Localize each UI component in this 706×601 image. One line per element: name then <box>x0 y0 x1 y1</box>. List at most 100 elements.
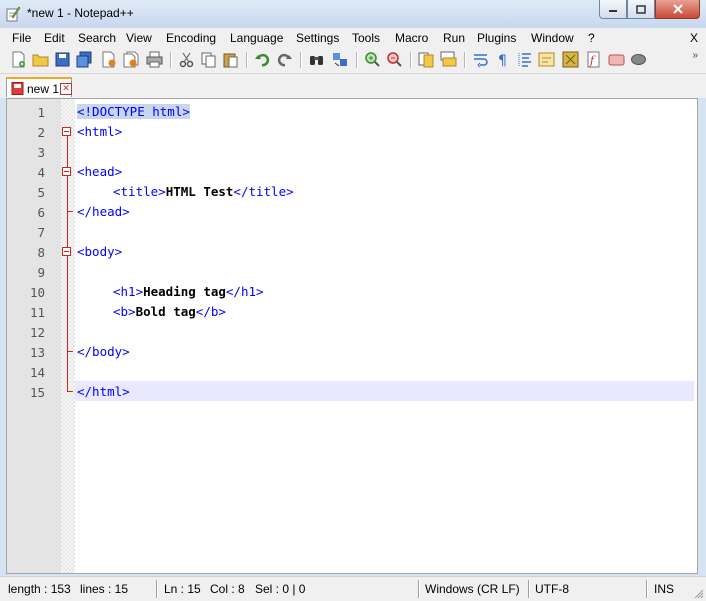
print-icon[interactable] <box>146 51 163 68</box>
find-icon[interactable] <box>308 51 325 68</box>
menu-macro[interactable]: Macro <box>395 31 428 45</box>
open-file-icon[interactable] <box>32 51 49 68</box>
show-all-chars-icon[interactable]: ¶ <box>494 51 511 68</box>
tab-close-icon[interactable]: ✕ <box>60 83 72 95</box>
text-area[interactable]: <!DOCTYPE html> <html> <head> <title>HTM… <box>75 99 697 573</box>
fold-toggle-body[interactable] <box>62 247 71 256</box>
code-line-10: <h1>Heading tag</h1> <box>113 283 264 301</box>
stop-macro-icon[interactable] <box>630 51 647 68</box>
close-window-button[interactable] <box>655 0 700 19</box>
undo-icon[interactable] <box>254 51 271 68</box>
status-length: length : 153 <box>8 582 71 596</box>
line-number: 13 <box>29 345 45 360</box>
fold-end-head <box>67 211 73 212</box>
copy-icon[interactable] <box>200 51 217 68</box>
code-line-8: <body> <box>77 243 122 261</box>
status-eol-format[interactable]: Windows (CR LF) <box>425 582 520 596</box>
code-line-4: <head> <box>77 163 122 181</box>
indent-guide-icon[interactable] <box>516 51 533 68</box>
line-number: 8 <box>37 245 45 260</box>
line-number: 11 <box>29 305 45 320</box>
code-line-2: <html> <box>77 123 122 141</box>
head-open-tag: <head> <box>77 164 123 179</box>
user-lang-icon[interactable] <box>538 51 555 68</box>
status-encoding[interactable]: UTF-8 <box>535 582 569 596</box>
menu-window[interactable]: Window <box>531 31 574 45</box>
h1-close-tag: </h1> <box>225 284 264 299</box>
menu-encoding[interactable]: Encoding <box>166 31 216 45</box>
new-file-icon[interactable] <box>10 51 27 68</box>
toolbar-overflow-button[interactable]: » <box>692 50 697 61</box>
menu-run[interactable]: Run <box>443 31 465 45</box>
tab-new-1[interactable]: new 1 ✕ <box>6 77 72 97</box>
minimize-icon <box>609 10 617 12</box>
window-controls <box>599 0 700 20</box>
line-number: 7 <box>37 225 45 240</box>
menu-file[interactable]: File <box>12 31 31 45</box>
current-line-highlight <box>75 381 694 401</box>
window-title: *new 1 - Notepad++ <box>27 6 134 20</box>
head-close-tag: </head> <box>77 204 130 219</box>
body-close-tag: </body> <box>77 344 130 359</box>
fold-end-body <box>67 351 73 352</box>
minimize-button[interactable] <box>599 0 627 19</box>
title-bar: *new 1 - Notepad++ <box>0 0 706 28</box>
fold-toggle-head[interactable] <box>62 167 71 176</box>
b-text: Bold tag <box>135 304 196 319</box>
fold-toggle-html[interactable] <box>62 127 71 136</box>
doc-map-icon[interactable] <box>562 51 579 68</box>
b-open-tag: <b> <box>113 304 136 319</box>
menu-settings[interactable]: Settings <box>296 31 339 45</box>
cut-icon[interactable] <box>178 51 195 68</box>
sync-vertical-icon[interactable] <box>418 51 435 68</box>
menu-search[interactable]: Search <box>78 31 116 45</box>
line-number: 10 <box>29 285 45 300</box>
line-number: 4 <box>37 165 45 180</box>
h1-open-tag: <h1> <box>113 284 144 299</box>
redo-icon[interactable] <box>276 51 293 68</box>
maximize-button[interactable] <box>627 0 655 19</box>
line-number: 3 <box>37 145 45 160</box>
line-number: 5 <box>37 185 45 200</box>
close-file-icon[interactable] <box>100 51 117 68</box>
status-insert-mode[interactable]: INS <box>654 582 674 596</box>
menu-view[interactable]: View <box>126 31 152 45</box>
close-icon <box>672 4 683 14</box>
replace-icon[interactable] <box>332 51 349 68</box>
save-icon[interactable] <box>54 51 71 68</box>
html-close-tag: </html> <box>77 384 130 399</box>
resize-grip-icon[interactable] <box>694 589 704 599</box>
line-number: 15 <box>29 385 45 400</box>
zoom-in-icon[interactable] <box>364 51 381 68</box>
zoom-out-icon[interactable] <box>386 51 403 68</box>
code-line-5: <title>HTML Test</title> <box>113 183 294 201</box>
function-list-icon[interactable]: f <box>586 51 603 68</box>
close-all-icon[interactable] <box>122 51 139 68</box>
close-document-button[interactable]: X <box>690 31 698 45</box>
line-number: 14 <box>29 365 45 380</box>
code-line-6: </head> <box>77 203 130 221</box>
b-close-tag: </b> <box>195 304 226 319</box>
editor[interactable]: 1 2 3 4 5 6 7 8 9 10 11 12 13 14 15 <!DO… <box>6 98 698 574</box>
record-macro-icon[interactable] <box>608 51 625 68</box>
paste-icon[interactable] <box>222 51 239 68</box>
toolbar: ¶ f » <box>0 48 706 74</box>
code-line-11: <b>Bold tag</b> <box>113 303 226 321</box>
line-number-gutter: 1 2 3 4 5 6 7 8 9 10 11 12 13 14 15 <box>7 99 61 573</box>
title-text: HTML Test <box>165 184 234 199</box>
menu-plugins[interactable]: Plugins <box>477 31 516 45</box>
save-all-icon[interactable] <box>76 51 93 68</box>
code-line-15: </html> <box>77 383 130 401</box>
menu-edit[interactable]: Edit <box>44 31 65 45</box>
status-line-number: Ln : 15 <box>164 582 201 596</box>
word-wrap-icon[interactable] <box>472 51 489 68</box>
sync-horizontal-icon[interactable] <box>440 51 457 68</box>
menu-tools[interactable]: Tools <box>352 31 380 45</box>
doctype: <!DOCTYPE html> <box>77 104 190 119</box>
tab-label: new 1 <box>27 82 60 96</box>
menu-help[interactable]: ? <box>588 31 595 45</box>
fold-end-html <box>67 391 73 392</box>
menu-language[interactable]: Language <box>230 31 283 45</box>
maximize-icon <box>636 4 646 14</box>
code-line-13: </body> <box>77 343 130 361</box>
